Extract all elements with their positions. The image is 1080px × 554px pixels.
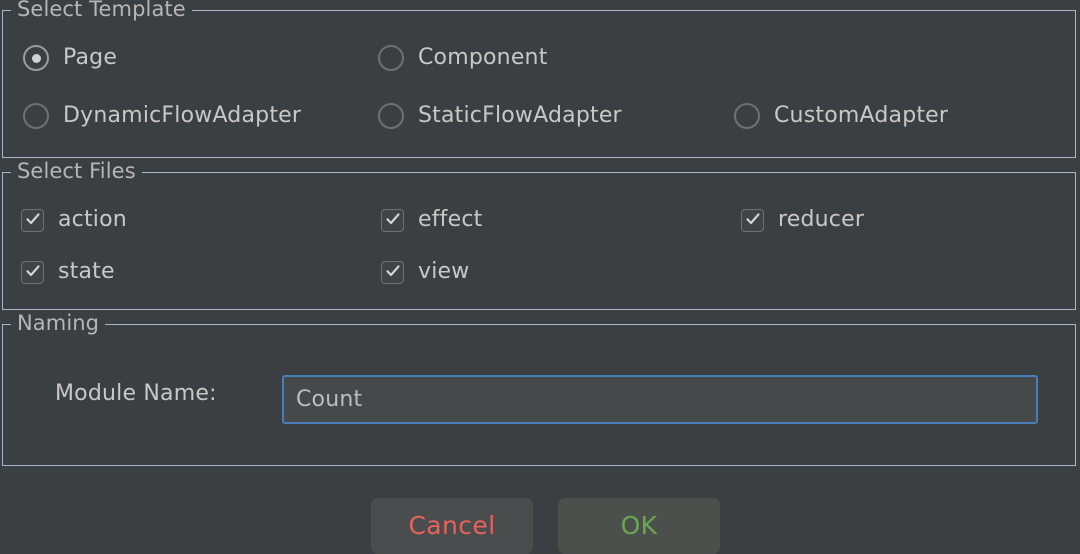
group-select-template: Select Template Page Component DynamicFl… — [2, 0, 1076, 158]
radio-option-staticflowadapter[interactable]: StaticFlowAdapter — [378, 94, 622, 138]
group-select-files: Select Files action effect reducer state… — [2, 158, 1076, 310]
checkbox-checked-icon[interactable] — [741, 208, 764, 232]
cancel-button[interactable]: Cancel — [371, 498, 533, 554]
checkbox-checked-icon[interactable] — [381, 208, 404, 232]
template-row-2: DynamicFlowAdapter StaticFlowAdapter Cus… — [3, 94, 1075, 138]
group-border-right-line — [142, 172, 1075, 173]
module-name-label: Module Name: — [55, 381, 217, 406]
radio-option-customadapter-label: CustomAdapter — [774, 103, 949, 128]
group-border-left-stub — [3, 10, 11, 11]
group-border-left-stub — [3, 172, 11, 173]
checkbox-option-effect[interactable]: effect — [381, 198, 482, 242]
radio-option-component-label: Component — [418, 45, 548, 70]
checkbox-option-action-label: action — [58, 207, 127, 232]
checkbox-checked-icon[interactable] — [21, 208, 44, 232]
group-naming-title: Naming — [13, 310, 106, 337]
checkbox-option-effect-label: effect — [418, 207, 483, 232]
group-border-right-line — [192, 10, 1075, 11]
group-select-template-title: Select Template — [13, 0, 192, 23]
checkbox-option-state[interactable]: state — [21, 250, 115, 294]
radio-selected-icon[interactable] — [23, 45, 49, 71]
radio-option-page[interactable]: Page — [23, 36, 117, 80]
group-select-files-header: Select Files — [3, 158, 1075, 185]
group-border-left-stub — [3, 324, 11, 325]
group-select-files-title: Select Files — [13, 158, 142, 185]
radio-option-customadapter[interactable]: CustomAdapter — [734, 94, 948, 138]
checkbox-option-view[interactable]: view — [381, 250, 469, 294]
checkbox-option-state-label: state — [58, 259, 115, 284]
radio-option-component[interactable]: Component — [378, 36, 548, 80]
radio-unselected-icon[interactable] — [23, 103, 49, 129]
radio-option-dynamicflowadapter[interactable]: DynamicFlowAdapter — [23, 94, 301, 138]
radio-unselected-icon[interactable] — [378, 45, 404, 71]
files-row-1: action effect reducer — [3, 198, 1075, 242]
dialog-button-bar: Cancel OK — [0, 498, 1080, 554]
radio-option-dynamicflowadapter-label: DynamicFlowAdapter — [63, 103, 302, 128]
template-row-1: Page Component — [3, 36, 1075, 80]
checkbox-checked-icon[interactable] — [21, 260, 44, 284]
ok-button[interactable]: OK — [558, 498, 720, 554]
radio-option-staticflowadapter-label: StaticFlowAdapter — [418, 103, 622, 128]
group-border-right-line — [105, 324, 1075, 325]
checkbox-option-reducer-label: reducer — [778, 207, 865, 232]
checkbox-option-action[interactable]: action — [21, 198, 127, 242]
group-naming-header: Naming — [3, 310, 1075, 337]
module-name-input[interactable] — [282, 375, 1038, 424]
group-naming: Naming Module Name: — [2, 310, 1076, 466]
group-select-template-header: Select Template — [3, 0, 1075, 23]
radio-unselected-icon[interactable] — [378, 103, 404, 129]
radio-option-page-label: Page — [63, 45, 118, 70]
generate-module-dialog: Select Template Page Component DynamicFl… — [0, 0, 1080, 554]
radio-unselected-icon[interactable] — [734, 103, 760, 129]
checkbox-option-reducer[interactable]: reducer — [741, 198, 864, 242]
checkbox-option-view-label: view — [418, 259, 470, 284]
files-row-2: state view — [3, 250, 1075, 294]
checkbox-checked-icon[interactable] — [381, 260, 404, 284]
